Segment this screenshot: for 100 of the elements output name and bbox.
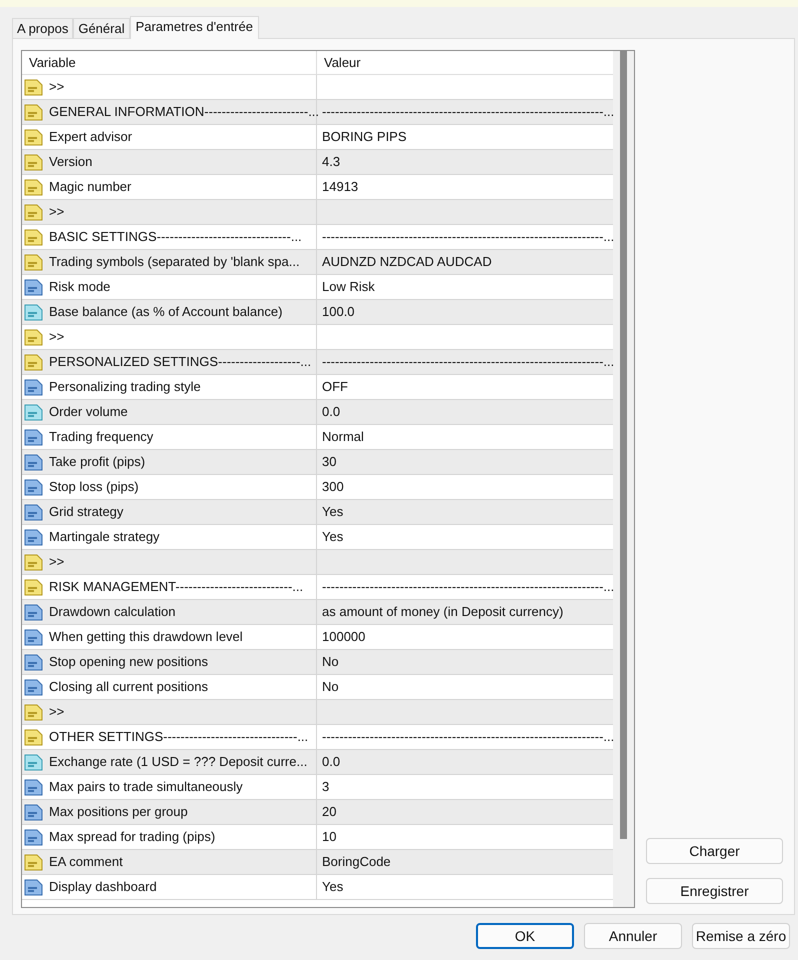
scrollbar-thumb[interactable]	[620, 51, 627, 839]
variable-name: When getting this drawdown level	[49, 628, 243, 646]
value-cell[interactable]: -----------------------------------------------------------------...	[322, 102, 613, 122]
variable-name: Closing all current positions	[49, 678, 208, 696]
tab[interactable]: A propos	[12, 18, 74, 38]
value-cell[interactable]: 300	[322, 477, 344, 497]
variable-name: PERSONALIZED SETTINGS-------------------...	[49, 353, 312, 372]
variable-name: RISK MANAGEMENT---------------------------...	[49, 578, 304, 596]
value-cell[interactable]: 10	[322, 827, 336, 847]
value-cell[interactable]: -----------------------------------------------------------------...	[322, 352, 613, 372]
variable-name: Trading symbols (separated by 'blank spa...	[49, 253, 300, 272]
variable-name: Magic number	[49, 178, 132, 196]
value-cell[interactable]: -----------------------------------------------------------------...	[322, 227, 613, 247]
variable-name: Grid strategy	[49, 503, 124, 522]
document-icon	[24, 302, 43, 322]
value-cell[interactable]: No	[322, 677, 339, 697]
value-cell[interactable]: 20	[322, 802, 336, 822]
document-icon	[24, 578, 43, 596]
document-icon	[24, 452, 43, 472]
variable-name: GENERAL INFORMATION------------------------...	[49, 103, 320, 122]
value-cell[interactable]: No	[322, 652, 339, 672]
document-icon	[24, 652, 43, 672]
variable-name: Take profit (pips)	[49, 453, 146, 472]
variable-name: >>	[49, 703, 64, 722]
value-cell[interactable]: 0.0	[322, 402, 340, 422]
variable-name: Display dashboard	[49, 878, 157, 896]
value-cell[interactable]: 4.3	[322, 152, 340, 172]
variable-name: Stop loss (pips)	[49, 478, 139, 496]
document-icon	[24, 328, 43, 346]
document-icon	[24, 102, 43, 122]
variable-name: Risk mode	[49, 278, 110, 296]
document-icon	[24, 628, 43, 646]
value-cell[interactable]: Yes	[322, 502, 344, 522]
variable-name: Exchange rate (1 USD = ??? Deposit curre...	[49, 753, 308, 772]
variable-name: Order volume	[49, 403, 128, 422]
variable-name: Max positions per group	[49, 803, 188, 822]
value-cell[interactable]: Yes	[322, 877, 344, 897]
tab[interactable]: Parametres d'entrée	[130, 16, 259, 39]
dialog-button[interactable]: Remise a zéro	[692, 923, 790, 949]
value-cell[interactable]: Low Risk	[322, 277, 375, 297]
document-icon	[24, 202, 43, 222]
value-cell[interactable]: 100.0	[322, 302, 355, 322]
value-cell[interactable]: Yes	[322, 527, 344, 547]
document-icon	[24, 78, 43, 96]
tab[interactable]: Général	[73, 18, 130, 38]
document-icon	[24, 852, 43, 872]
variable-name: Stop opening new positions	[49, 653, 208, 672]
document-icon	[24, 402, 43, 422]
dialog-button[interactable]: OK	[476, 923, 574, 949]
value-cell[interactable]: 3	[322, 777, 330, 797]
variable-name: Expert advisor	[49, 128, 132, 146]
variable-name: Trading frequency	[49, 428, 154, 446]
document-icon	[24, 502, 43, 522]
document-icon	[24, 528, 43, 546]
variable-name: >>	[49, 203, 64, 222]
value-cell[interactable]: AUDNZD NZDCAD AUDCAD	[322, 252, 492, 272]
value-cell[interactable]: 14913	[322, 177, 358, 197]
document-icon	[24, 278, 43, 296]
value-cell[interactable]: 100000	[322, 627, 366, 647]
column-header[interactable]: Valeur	[317, 51, 613, 74]
document-icon	[24, 228, 43, 246]
value-cell[interactable]: Normal	[322, 427, 364, 447]
document-icon	[24, 728, 43, 746]
variable-name: >>	[49, 78, 64, 96]
variable-name: >>	[49, 328, 64, 346]
document-icon	[24, 178, 43, 196]
value-cell[interactable]: 0.0	[322, 752, 340, 772]
scrollbar[interactable]	[613, 51, 634, 907]
column-header[interactable]: Variable	[22, 51, 317, 74]
side-button[interactable]: Enregistrer	[646, 878, 783, 904]
document-icon	[24, 752, 43, 772]
variable-name: Personalizing trading style	[49, 378, 201, 396]
variable-name: Martingale strategy	[49, 528, 160, 546]
document-icon	[24, 778, 43, 796]
document-icon	[24, 352, 43, 372]
side-button[interactable]: Charger	[646, 838, 783, 864]
value-cell[interactable]: as amount of money (in Deposit currency)	[322, 602, 564, 622]
value-cell[interactable]: BORING PIPS	[322, 127, 407, 147]
document-icon	[24, 478, 43, 496]
document-icon	[24, 702, 43, 722]
variable-name: Max pairs to trade simultaneously	[49, 778, 243, 796]
value-cell[interactable]: BoringCode	[322, 852, 391, 872]
document-icon	[24, 128, 43, 146]
document-icon	[24, 602, 43, 622]
variable-name: Base balance (as % of Account balance)	[49, 303, 282, 322]
variable-name: OTHER SETTINGS-------------------------------...	[49, 728, 308, 746]
value-cell[interactable]: -----------------------------------------------------------------...	[322, 577, 613, 597]
variable-name: >>	[49, 553, 64, 572]
document-icon	[24, 678, 43, 696]
document-icon	[24, 378, 43, 396]
variable-name: Drawdown calculation	[49, 603, 176, 622]
document-icon	[24, 252, 43, 272]
document-icon	[24, 428, 43, 446]
dialog-button[interactable]: Annuler	[584, 923, 682, 949]
variable-name: Version	[49, 153, 92, 172]
value-cell[interactable]: 30	[322, 452, 336, 472]
variable-name: EA comment	[49, 853, 123, 872]
value-cell[interactable]: -----------------------------------------------------------------...	[322, 727, 613, 747]
document-icon	[24, 152, 43, 172]
value-cell[interactable]: OFF	[322, 377, 348, 397]
